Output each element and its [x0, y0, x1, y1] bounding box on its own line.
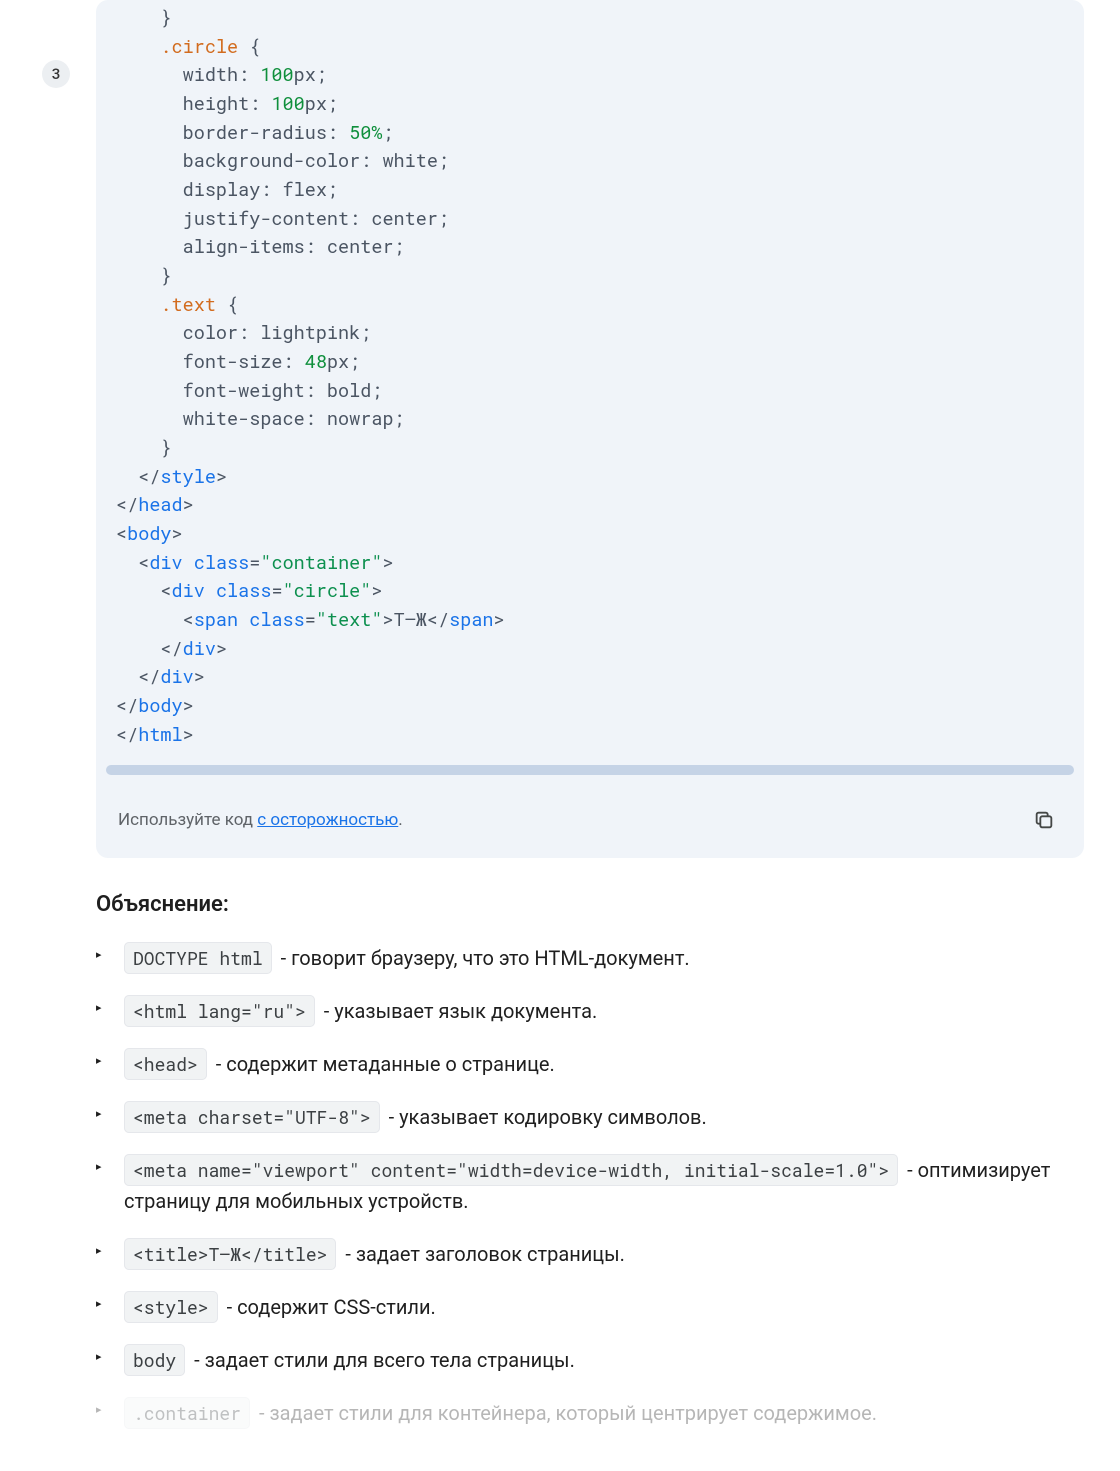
- source-badge: 3: [42, 60, 70, 88]
- caution-link[interactable]: с осторожностью: [257, 810, 398, 830]
- code-block[interactable]: } .circle { width: 100px; height: 100px;…: [96, 0, 1084, 769]
- list-item: DOCTYPE html - говорит браузеру, что это…: [96, 943, 1084, 974]
- copy-icon: [1033, 809, 1055, 831]
- list-item-text: - задает стили для контейнера, который ц…: [254, 1401, 877, 1425]
- list-item: <html lang="ru"> - указывает язык докуме…: [96, 996, 1084, 1027]
- inline-code: .container: [124, 1397, 250, 1429]
- inline-code: <head>: [124, 1048, 207, 1080]
- list-item-text: - указывает кодировку символов.: [384, 1105, 707, 1129]
- inline-code: <meta charset="UTF-8">: [124, 1101, 380, 1133]
- code-card: } .circle { width: 100px; height: 100px;…: [96, 0, 1084, 858]
- inline-code: body: [124, 1344, 185, 1376]
- list-item: body - задает стили для всего тела стран…: [96, 1345, 1084, 1376]
- list-item-text: - задает стили для всего тела страницы.: [189, 1348, 575, 1372]
- list-item: <head> - содержит метаданные о странице.: [96, 1049, 1084, 1080]
- list-item-text: - содержит метаданные о странице.: [211, 1052, 555, 1076]
- inline-code: <meta name="viewport" content="width=dev…: [124, 1154, 898, 1186]
- inline-code: <style>: [124, 1291, 218, 1323]
- explanation-section: Объяснение: DOCTYPE html - говорит брауз…: [96, 892, 1084, 1429]
- code-footer: Используйте код с осторожностью.: [96, 779, 1084, 858]
- list-item: <meta charset="UTF-8"> - указывает кодир…: [96, 1102, 1084, 1133]
- inline-code: DOCTYPE html: [124, 942, 272, 974]
- list-item: .container - задает стили для контейнера…: [96, 1398, 1084, 1429]
- list-item: <title>Т—Ж</title> - задает заголовок ст…: [96, 1239, 1084, 1270]
- inline-code: <html lang="ru">: [124, 995, 315, 1027]
- caution-suffix: .: [398, 810, 402, 830]
- list-item: <style> - содержит CSS-стили.: [96, 1292, 1084, 1323]
- caution-text: Используйте код с осторожностью.: [118, 810, 403, 830]
- horizontal-scrollbar[interactable]: [106, 765, 1074, 775]
- explanation-heading: Объяснение:: [96, 892, 1084, 917]
- list-item-text: - говорит браузеру, что это HTML-докумен…: [276, 946, 690, 970]
- copy-code-button[interactable]: [1026, 802, 1062, 838]
- list-item-text: - задает заголовок страницы.: [340, 1242, 625, 1266]
- list-item-text: - указывает язык документа.: [319, 999, 597, 1023]
- list-item: <meta name="viewport" content="width=dev…: [96, 1155, 1084, 1217]
- list-item-text: - содержит CSS-стили.: [222, 1295, 436, 1319]
- inline-code: <title>Т—Ж</title>: [124, 1238, 336, 1270]
- caution-prefix: Используйте код: [118, 810, 257, 830]
